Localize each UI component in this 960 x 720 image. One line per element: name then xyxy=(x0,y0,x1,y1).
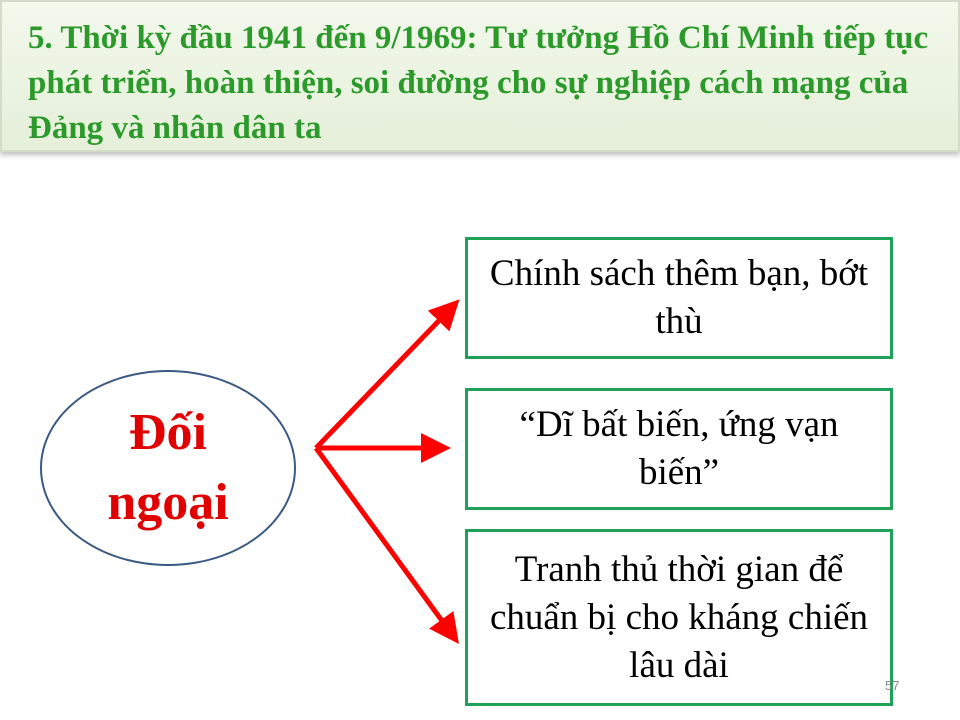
arrow-to-branch-1 xyxy=(314,299,460,450)
center-node: Đối ngoại xyxy=(40,370,296,566)
page-number: 57 xyxy=(885,678,900,693)
branch-box-3: Tranh thủ thời gian để chuẩn bị cho khán… xyxy=(465,529,893,706)
branch-label-3: Tranh thủ thời gian để chuẩn bị cho khán… xyxy=(489,548,869,686)
branch-box-2: “Dĩ bất biến, ứng vạn biến” xyxy=(465,388,893,510)
center-node-label: Đối ngoại xyxy=(107,404,229,531)
arrow-to-branch-3 xyxy=(313,446,459,645)
branch-label-1: Chính sách thêm bạn, bớt thù xyxy=(489,253,869,342)
branch-label-2: “Dĩ bất biến, ứng vạn biến” xyxy=(519,404,839,493)
branch-box-1: Chính sách thêm bạn, bớt thù xyxy=(465,237,893,359)
